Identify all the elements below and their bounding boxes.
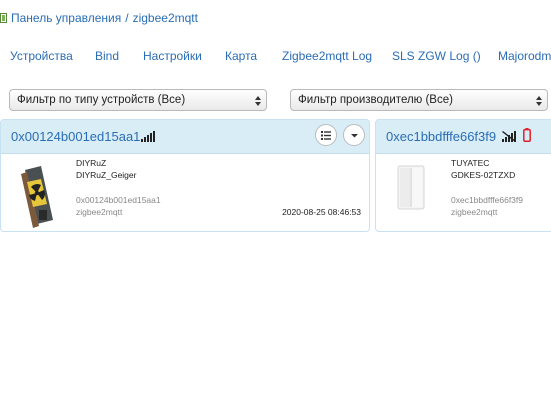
device-list-button[interactable] bbox=[315, 124, 337, 146]
device-source: zigbee2mqtt bbox=[451, 207, 498, 217]
device-type-filter-value: Фильтр по типу устройств (Все) bbox=[17, 94, 186, 106]
tab-sls-zgw-log[interactable]: SLS ZGW Log () bbox=[392, 49, 481, 63]
device-model: DIYRuZ_Geiger bbox=[76, 170, 137, 180]
device-menu-button[interactable] bbox=[343, 124, 365, 146]
signal-bars-icon bbox=[141, 129, 155, 147]
tab-bind[interactable]: Bind bbox=[95, 49, 119, 63]
tab-bar: Устройства Bind Настройки Карта Zigbee2m… bbox=[0, 49, 551, 65]
geiger-counter-device-image bbox=[15, 166, 55, 231]
device-id-link[interactable]: 0x00124b001ed15aa1 bbox=[11, 129, 140, 144]
device-source: zigbee2mqtt bbox=[76, 207, 123, 217]
battery-empty-icon bbox=[523, 128, 531, 147]
device-card: 0xec1bbdfffe66f3f9 TUYATEC GDKES-02TZXD … bbox=[375, 119, 551, 232]
no-signal-icon bbox=[502, 129, 516, 147]
breadcrumb-separator: / bbox=[125, 11, 129, 25]
device-model: GDKES-02TZXD bbox=[451, 170, 516, 180]
caret-down-icon bbox=[351, 134, 358, 138]
device-id-link[interactable]: 0xec1bbdfffe66f3f9 bbox=[386, 129, 496, 144]
breadcrumb-current[interactable]: zigbee2mqtt bbox=[133, 11, 198, 25]
device-last-seen: 2020-08-25 08:46:53 bbox=[282, 207, 361, 217]
device-card-header: 0x00124b001ed15aa1 bbox=[1, 120, 369, 154]
device-card-header: 0xec1bbdfffe66f3f9 bbox=[376, 120, 551, 154]
device-card: 0x00124b001ed15aa1 DIYRuZ DIYRuZ_Geiger … bbox=[0, 119, 370, 232]
device-type-filter[interactable]: Фильтр по типу устройств (Все) bbox=[9, 89, 267, 111]
manufacturer-filter[interactable]: Фильтр производителю (Все) bbox=[290, 89, 548, 111]
tab-settings[interactable]: Настройки bbox=[143, 49, 202, 63]
select-arrows-icon bbox=[255, 94, 261, 106]
tab-zigbee2mqtt-log[interactable]: Zigbee2mqtt Log bbox=[282, 49, 372, 63]
home-icon bbox=[0, 13, 7, 23]
device-manufacturer: TUYATEC bbox=[451, 158, 490, 168]
manufacturer-filter-value: Фильтр производителю (Все) bbox=[298, 94, 453, 106]
list-icon bbox=[321, 131, 331, 140]
device-ieee: 0x00124b001ed15aa1 bbox=[76, 195, 161, 205]
device-ieee: 0xec1bbdfffe66f3f9 bbox=[451, 195, 524, 205]
select-arrows-icon bbox=[536, 94, 542, 106]
wall-switch-device-image bbox=[396, 165, 426, 215]
breadcrumb-home-link[interactable]: Панель управления bbox=[11, 11, 121, 25]
tab-majordomo[interactable]: Majorodmo bbox=[498, 49, 551, 63]
tab-devices[interactable]: Устройства bbox=[10, 49, 73, 63]
tab-map[interactable]: Карта bbox=[225, 49, 257, 63]
breadcrumb: Панель управления / zigbee2mqtt bbox=[0, 10, 198, 26]
device-manufacturer: DIYRuZ bbox=[76, 158, 107, 168]
